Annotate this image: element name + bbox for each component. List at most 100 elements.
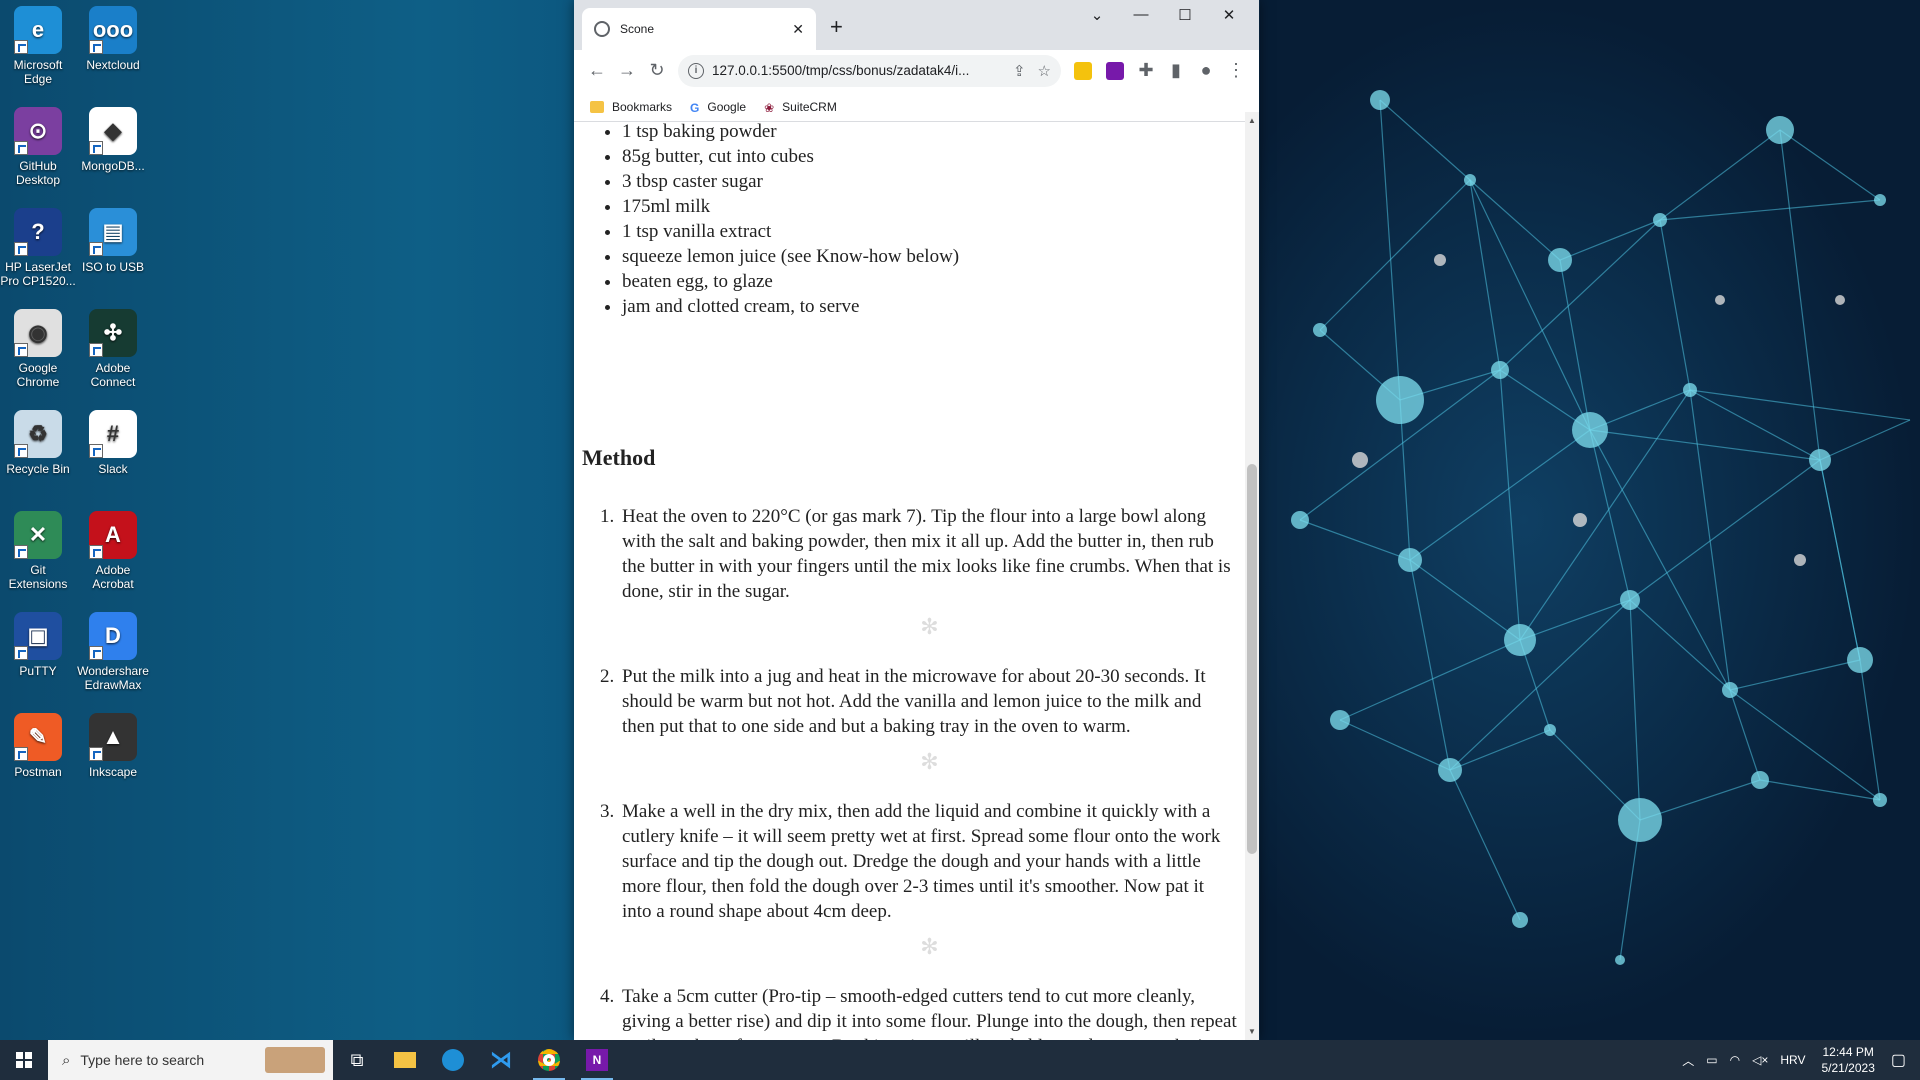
desktop-icon-label: Microsoft Edge (13, 58, 63, 86)
hp-laserjet-icon: ? (14, 208, 62, 256)
page-scrollbar[interactable]: ▲ ▼ (1245, 112, 1259, 1040)
method-step: 3. Make a well in the dry mix, then add t… (600, 799, 1237, 924)
chrome-icon (538, 1049, 560, 1071)
desktop-icon-edge[interactable]: e Microsoft Edge (0, 2, 76, 86)
desktop-icon-label: Nextcloud (86, 58, 140, 72)
profile-avatar-icon[interactable]: ● (1191, 56, 1221, 86)
scrollbar-thumb[interactable] (1247, 464, 1257, 854)
desktop-icon-hp-laserjet[interactable]: ? HP LaserJet Pro CP1520... (0, 204, 76, 288)
step-separator: ✻ (920, 614, 939, 639)
edrawmax-icon: D (89, 612, 137, 660)
desktop-icon-mongodb[interactable]: ◆ MongoDB... (75, 103, 151, 173)
task-view-button[interactable]: ⧉ (333, 1040, 381, 1080)
battery-icon[interactable]: ▭ (1706, 1053, 1717, 1067)
shortcut-arrow-icon (14, 444, 28, 458)
search-placeholder: Type here to search (80, 1052, 205, 1068)
mongodb-icon: ◆ (89, 107, 137, 155)
close-window-button[interactable]: ✕ (1214, 6, 1244, 24)
postman-icon: ✎ (14, 713, 62, 761)
chevron-up-icon[interactable]: ︿ (1682, 1052, 1694, 1069)
file-explorer-button[interactable] (381, 1040, 429, 1080)
forward-button[interactable]: → (612, 56, 642, 86)
ingredients-list: 1 tsp baking powder85g butter, cut into … (622, 119, 1222, 319)
notifications-icon[interactable]: ▢ (1891, 1050, 1906, 1070)
edge-button[interactable] (429, 1040, 477, 1080)
close-tab-icon[interactable]: ✕ (792, 21, 804, 38)
desktop-icon-label: PuTTY (19, 664, 57, 678)
step-text: Make a well in the dry mix, then add the… (622, 801, 1221, 922)
desktop-icon-postman[interactable]: ✎ Postman (0, 709, 76, 779)
adobe-connect-icon: ✣ (89, 309, 137, 357)
task-view-icon: ⧉ (350, 1049, 364, 1070)
shortcut-arrow-icon (14, 545, 28, 559)
tab-strip: Scone ✕ + ⌄ — ☐ ✕ (574, 0, 1259, 50)
desktop-icon-slack[interactable]: # Slack (75, 406, 151, 476)
system-tray: ︿ ▭ ◠ ◁× HRV 12:44 PM 5/21/2023 ▢ (1676, 1040, 1920, 1080)
step-number: 4. (600, 986, 615, 1007)
google-icon: G (690, 100, 700, 115)
back-button[interactable]: ← (582, 56, 612, 86)
vscode-button[interactable]: ⋊ (477, 1040, 525, 1080)
chrome-button[interactable] (525, 1040, 573, 1080)
vscode-icon: ⋊ (490, 1047, 512, 1072)
extension-yellow-icon[interactable] (1074, 61, 1092, 80)
volume-muted-icon[interactable]: ◁× (1752, 1053, 1768, 1067)
maximize-button[interactable]: ☐ (1170, 6, 1200, 24)
scroll-down-icon[interactable]: ▼ (1248, 1027, 1256, 1036)
tab-scone[interactable]: Scone ✕ (582, 8, 816, 50)
desktop-icon-iso-to-usb[interactable]: ▤ ISO to USB (75, 204, 151, 274)
step-separator: ✻ (920, 749, 939, 774)
step-text: Put the milk into a jug and heat in the … (622, 666, 1206, 737)
step-text: Take a 5cm cutter (Pro-tip – smooth-edge… (622, 986, 1237, 1040)
menu-kebab-icon[interactable]: ⋮ (1221, 56, 1251, 86)
desktop-icon-label: Slack (98, 462, 128, 476)
desktop-icon-edrawmax[interactable]: D Wondershare EdrawMax (75, 608, 151, 692)
taskbar-search[interactable]: ⌕ Type here to search (48, 1040, 333, 1080)
inkscape-icon: ▲ (89, 713, 137, 761)
wifi-icon[interactable]: ◠ (1730, 1053, 1740, 1067)
slack-icon: # (89, 410, 137, 458)
extensions-puzzle-icon[interactable]: ✚ (1131, 56, 1161, 86)
desktop-icon-recycle-bin[interactable]: ♻ Recycle Bin (0, 406, 76, 476)
clock-time: 12:44 PM (1822, 1045, 1874, 1059)
desktop-icon-nextcloud[interactable]: ooo Nextcloud (75, 2, 151, 72)
minimize-button[interactable]: — (1126, 6, 1156, 23)
scroll-up-icon[interactable]: ▲ (1248, 116, 1256, 125)
desktop-icon-putty[interactable]: ▣ PuTTY (0, 608, 76, 678)
shortcut-arrow-icon (89, 444, 103, 458)
new-tab-button[interactable]: + (830, 14, 843, 40)
onenote-extension-icon[interactable] (1106, 61, 1124, 80)
clock[interactable]: 12:44 PM 5/21/2023 (1821, 1044, 1874, 1076)
desktop-icon-github-desktop[interactable]: ⊙ GitHub Desktop (0, 103, 76, 187)
network-graphic (1291, 90, 1911, 965)
onenote-button[interactable]: N (573, 1040, 621, 1080)
desktop-icon-chrome[interactable]: ◉ Google Chrome (0, 305, 76, 389)
share-icon[interactable]: ⇪ (1013, 62, 1026, 80)
shortcut-arrow-icon (14, 242, 28, 256)
reload-button[interactable]: ↻ (642, 56, 672, 86)
page-viewport: 1 tsp baking powder85g butter, cut into … (574, 112, 1245, 1040)
side-panel-icon[interactable]: ▮ (1161, 56, 1191, 86)
shortcut-arrow-icon (89, 242, 103, 256)
language-indicator[interactable]: HRV (1780, 1053, 1805, 1067)
search-highlight-icon (265, 1047, 325, 1073)
desktop-icon-adobe-acrobat[interactable]: A Adobe Acrobat (75, 507, 151, 591)
browser-toolbar: ← → ↻ i 127.0.0.1:5500/tmp/css/bonus/zad… (574, 50, 1259, 92)
shortcut-arrow-icon (89, 545, 103, 559)
tab-title: Scone (620, 22, 655, 36)
desktop-icon-adobe-connect[interactable]: ✣ Adobe Connect (75, 305, 151, 389)
taskbar: ⌕ Type here to search ⧉ ⋊ N ︿ ▭ ◠ ◁× HRV… (0, 1040, 1920, 1080)
tab-search-icon[interactable]: ⌄ (1082, 6, 1112, 24)
ingredient-item: 1 tsp vanilla extract (622, 219, 1222, 244)
address-bar[interactable]: i 127.0.0.1:5500/tmp/css/bonus/zadatak4/… (678, 54, 1061, 87)
desktop-icon-inkscape[interactable]: ▲ Inkscape (75, 709, 151, 779)
step-number: 3. (600, 801, 615, 822)
method-step: 4. Take a 5cm cutter (Pro-tip – smooth-ed… (600, 984, 1237, 1040)
start-button[interactable] (0, 1040, 48, 1080)
folder-icon (590, 100, 604, 113)
bookmark-star-icon[interactable]: ☆ (1038, 62, 1051, 80)
shortcut-arrow-icon (89, 747, 103, 761)
desktop-icon-label: Adobe Connect (90, 361, 136, 389)
site-info-icon[interactable]: i (688, 62, 704, 79)
desktop-icon-git-extensions[interactable]: ✕ Git Extensions (0, 507, 76, 591)
